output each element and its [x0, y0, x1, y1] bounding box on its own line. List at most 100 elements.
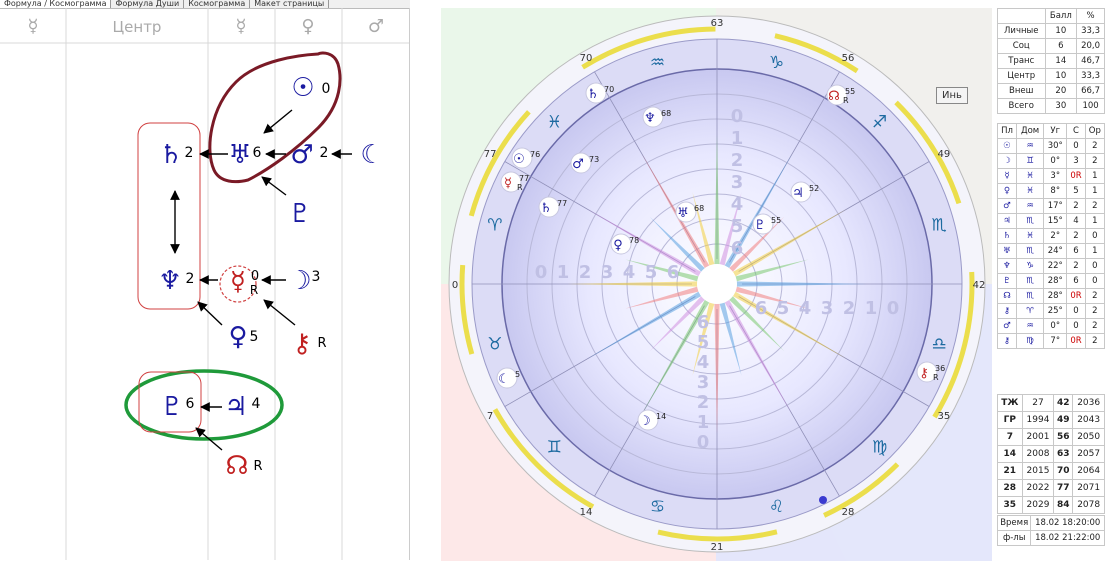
degree-label: 28 [842, 507, 855, 518]
planet-cell: 5 [1066, 183, 1086, 199]
planet-glyph-cell: ♄ [997, 228, 1017, 244]
table-row: ♀ ♓ 8° 5 1 [997, 183, 1106, 199]
score-table: Балл % Личные 10 33,3 Соц 6 20,0 Транс 14 46,7… [997, 8, 1105, 114]
planet-glyph-cell: ⚷ [997, 303, 1017, 319]
chiron-glyph: ⚷ [292, 329, 311, 359]
degree-label: 14 [580, 507, 593, 518]
scale-number: 4 [697, 352, 710, 373]
mars-glyph: ♂ [290, 140, 313, 170]
planet-badge-glyph: ♂ [572, 157, 584, 172]
table-row: ♂ ♒ 0° 0 2 [997, 318, 1106, 334]
planet-cell: ♊ [1015, 153, 1045, 169]
zodiac-sign: ♊ [547, 438, 562, 458]
planet-badge-number: 55 [845, 87, 855, 96]
year-cell: 2057 [1072, 445, 1105, 463]
planet-badge-glyph: ♀ [613, 238, 623, 253]
planet-badge-glyph: ☽ [639, 414, 651, 429]
tab-cosmogram[interactable]: Космограмма [184, 0, 251, 8]
year-cell: 77 [1053, 479, 1074, 497]
table-row: ⚷ ♍ 7° 0R 2 [997, 333, 1106, 349]
table-row: 28 2022 77 2071 [997, 479, 1105, 497]
mercury-glyph: ☿ [230, 267, 246, 297]
planet-cell: 28° [1043, 288, 1068, 304]
planet-cell: 0° [1043, 318, 1068, 334]
year-cell: 28 [997, 479, 1023, 497]
planet-cell: 0R [1066, 333, 1086, 349]
planet-cell: ♑ [1015, 258, 1045, 274]
zodiac-sign: ♏ [932, 215, 947, 235]
year-cell: 49 [1053, 411, 1074, 429]
time-label: Время [996, 515, 1032, 531]
pluto-number: 6 [186, 396, 195, 412]
zodiac-sign: ♑ [769, 53, 784, 73]
year-cell: 2064 [1072, 462, 1105, 480]
planet-badge-number: 77 [557, 199, 567, 208]
tab-formula[interactable]: Формула / Космограмма [0, 0, 112, 8]
table-row: 14 2008 63 2057 [997, 445, 1105, 463]
year-cell: 2029 [1021, 496, 1055, 514]
planet-cell: 2 [1066, 198, 1086, 214]
planet-cell: 0° [1043, 153, 1068, 169]
planet-glyph-cell: ☊ [997, 288, 1017, 304]
year-cell: ГР [997, 411, 1023, 429]
mercury-retro: R [250, 283, 258, 297]
planet-cell: 2 [1084, 138, 1106, 154]
time-value: 18.02 21:22:00 [1030, 530, 1105, 546]
scale-number: 2 [579, 262, 592, 283]
cosmogram-chart[interactable]: 6666555544443333222211110000 63 56 49 42 35 2… [441, 8, 992, 561]
table-row: Внеш 20 66,7 [997, 83, 1105, 99]
zodiac-sign: ♋ [650, 497, 665, 517]
score-value: 30 [1044, 98, 1078, 114]
score-header-0 [997, 8, 1046, 24]
planet-cell: 0 [1084, 273, 1106, 289]
year-cell: 21 [997, 462, 1023, 480]
planet-cell: 3° [1043, 168, 1068, 184]
scale-number: 4 [731, 194, 744, 215]
planet-cell: 1 [1084, 183, 1106, 199]
score-label: Соц [997, 38, 1046, 54]
moon-glyph: ☽ [288, 266, 311, 296]
planet-cell: 1 [1084, 213, 1106, 229]
score-percent: 66,7 [1076, 83, 1105, 99]
sun-number: 0 [322, 81, 331, 97]
score-value: 6 [1044, 38, 1078, 54]
zodiac-sign: ♍ [872, 438, 887, 458]
planet-badge-number: 76 [530, 150, 540, 159]
asc-marker[interactable] [819, 496, 827, 504]
planet-cell: ♓ [1015, 228, 1045, 244]
year-cell: 27 [1021, 394, 1055, 412]
score-percent: 100 [1076, 98, 1105, 114]
scale-number: 3 [697, 372, 710, 393]
planet-cell: 0R [1066, 288, 1086, 304]
zodiac-sign: ♉ [487, 335, 502, 355]
tab-page-layout[interactable]: Макет страницы [250, 0, 330, 8]
score-label: Внеш [997, 83, 1046, 99]
planet-cell: 22° [1043, 258, 1068, 274]
tab-soul-formula[interactable]: Формула Души [111, 0, 185, 8]
zodiac-sign: ♐ [872, 112, 887, 132]
scale-number: 4 [623, 262, 636, 283]
sun-glyph: ☉ [291, 73, 314, 103]
zodiac-sign: ♎ [932, 335, 947, 355]
year-cell: 2071 [1072, 479, 1105, 497]
planet-badge-number: 73 [589, 155, 599, 164]
planet-cell: 0 [1084, 228, 1106, 244]
score-percent: 20,0 [1076, 38, 1105, 54]
degree-label: 70 [580, 53, 593, 64]
scale-number: 3 [731, 172, 744, 193]
col-header-mercury-2: ☿ [235, 16, 246, 37]
planet-cell: 2 [1084, 333, 1106, 349]
planet-header-1: Дом [1015, 123, 1045, 139]
planet-header-3: С [1066, 123, 1086, 139]
planet-glyph-cell: ☿ [997, 168, 1017, 184]
planet-header-4: Ор [1084, 123, 1106, 139]
planet-badge-glyph: ♆ [644, 111, 656, 126]
planet-cell: 8° [1043, 183, 1068, 199]
planet-glyph-cell: ♀ [997, 183, 1017, 199]
table-row: ♆ ♑ 22° 2 0 [997, 258, 1106, 274]
moon-glyph-top: ☾ [360, 140, 383, 170]
score-percent: 46,7 [1076, 53, 1105, 69]
scale-number: 5 [777, 298, 790, 319]
scale-number: 2 [697, 392, 710, 413]
degree-label: 56 [842, 53, 855, 64]
